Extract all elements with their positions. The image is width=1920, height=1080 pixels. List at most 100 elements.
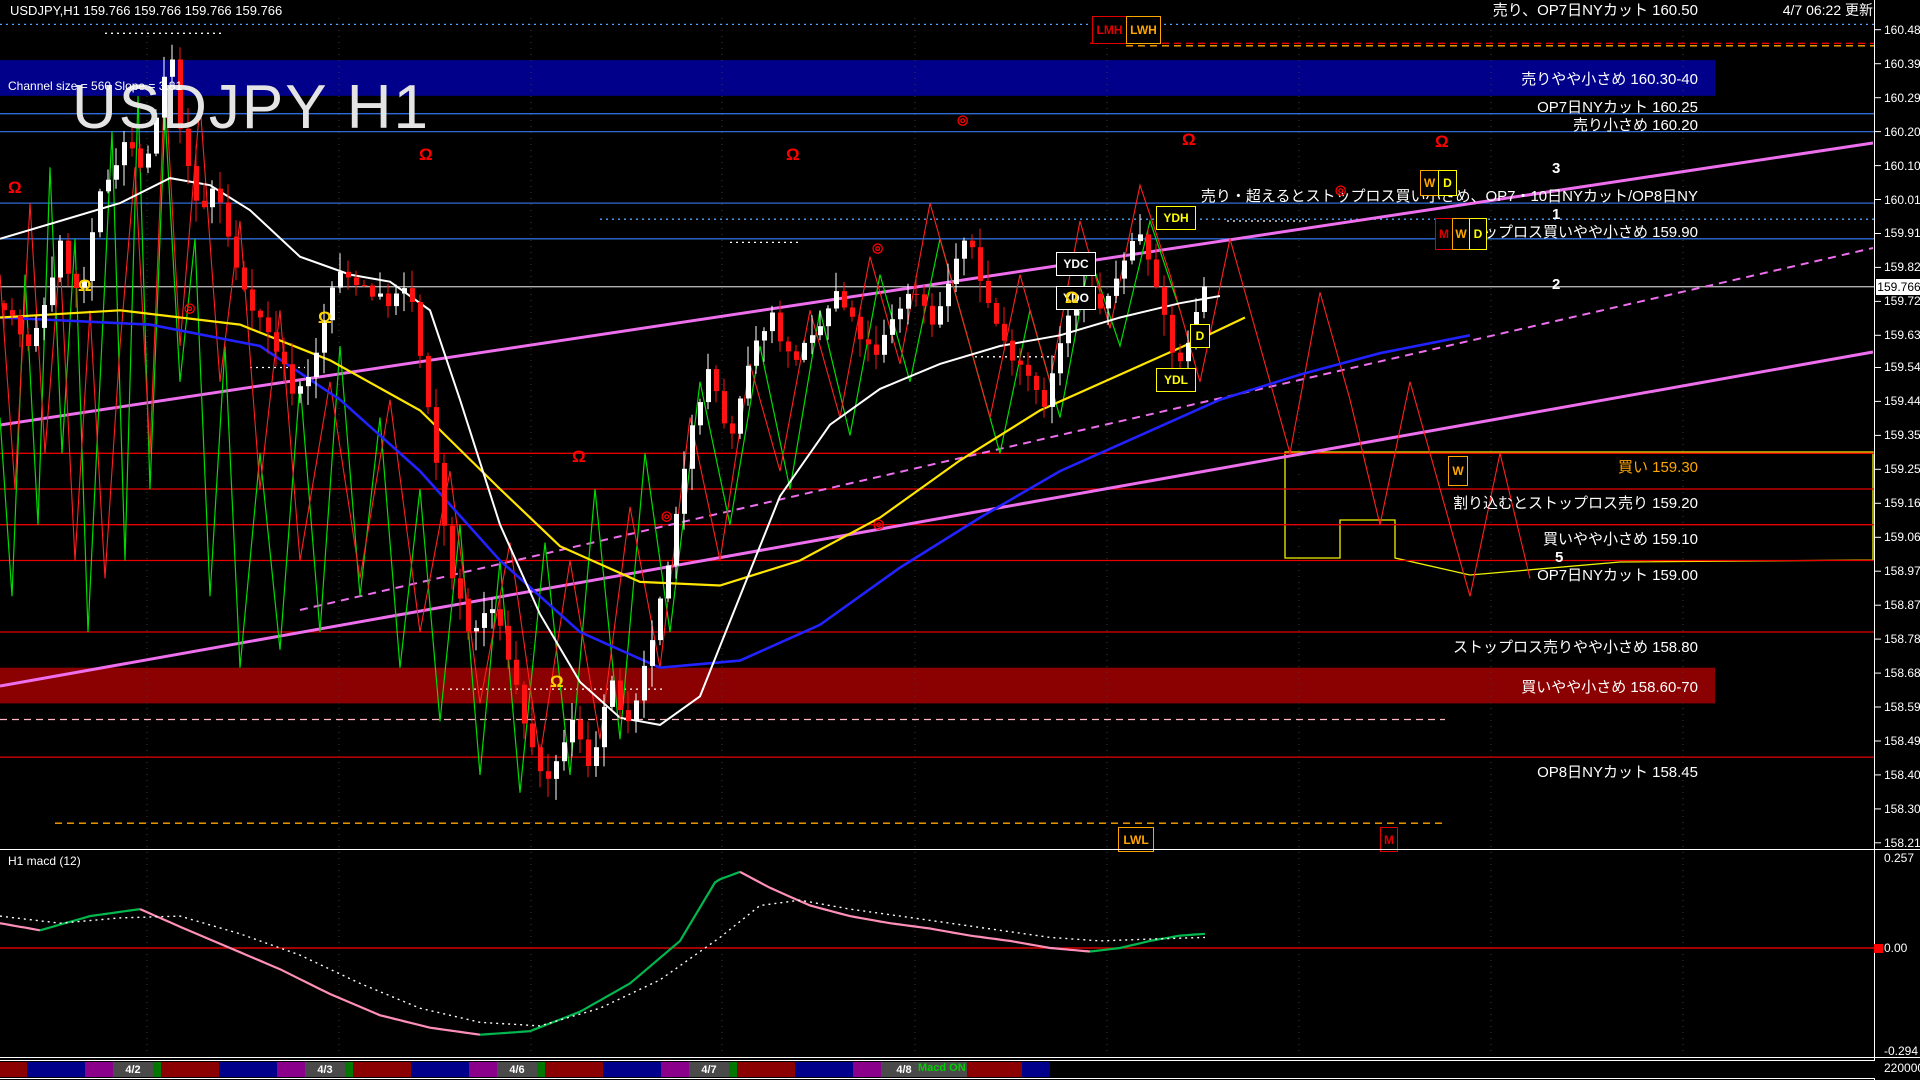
timeline-block [153, 1062, 161, 1077]
price-tick: 160.390 [1884, 57, 1920, 71]
timeline-block [411, 1062, 469, 1077]
price-tick: 159.915 [1884, 226, 1920, 240]
price-tick: 159.350 [1884, 428, 1920, 442]
timeline-block [545, 1062, 603, 1077]
target-signal-icon: ◎ [661, 508, 672, 524]
timeline-block [277, 1062, 305, 1077]
macd-axis-min: -0.294 [1884, 1044, 1918, 1058]
timeline-block [967, 1062, 1022, 1077]
level-annotation: 買いやや小さめ 158.60-70 [1521, 676, 1698, 697]
price-tick: 159.630 [1884, 328, 1920, 342]
price-tick: 160.295 [1884, 91, 1920, 105]
target-signal-icon: ◎ [957, 112, 968, 128]
timeline-block [603, 1062, 661, 1077]
level-tag-w: W [1448, 456, 1468, 486]
price-tick: 158.590 [1884, 700, 1920, 714]
level-tag-lmh: LMH [1092, 16, 1127, 44]
price-tick: 158.305 [1884, 802, 1920, 816]
timeline-block [85, 1062, 113, 1077]
price-axis-border [1874, 0, 1875, 1080]
price-tick: 160.200 [1884, 125, 1920, 139]
omega-signal-icon: Ω [1065, 288, 1079, 308]
level-tag-w: W [1452, 218, 1470, 250]
price-tick: 160.485 [1884, 23, 1920, 37]
price-tick: 160.010 [1884, 193, 1920, 207]
price-tick: 158.780 [1884, 632, 1920, 646]
timeline-block [737, 1062, 795, 1077]
symbol-ohlc-readout: USDJPY,H1 159.766 159.766 159.766 159.76… [10, 4, 282, 18]
level-tag-ydh: YDH [1156, 206, 1196, 230]
price-tick: 158.875 [1884, 598, 1920, 612]
timeline-block [1022, 1062, 1050, 1077]
level-annotation: ストップロス買いやや小さめ 159.90 [1453, 221, 1698, 242]
level-annotation: 買い 159.30 [1618, 456, 1698, 477]
omega-signal-icon: Ω [550, 672, 564, 692]
price-tick: 159.820 [1884, 260, 1920, 274]
macd-axis-max: 0.257 [1884, 851, 1914, 865]
omega-signal-icon: Ω [78, 276, 92, 296]
top-sell-annotation: 売り、OP7日NYカット 160.50 [1493, 3, 1698, 20]
level-tag-lwh: LWH [1126, 16, 1161, 44]
price-tick: 159.725 [1884, 294, 1920, 308]
timeline-block [853, 1062, 881, 1077]
timeline-block [795, 1062, 853, 1077]
omega-signal-icon: Ω [786, 145, 800, 165]
timeline-block [661, 1062, 689, 1077]
omega-signal-icon: Ω [419, 145, 433, 165]
wave-count-mark: 1 [1552, 206, 1560, 223]
date-label: 4/6 [497, 1062, 537, 1077]
omega-signal-icon: Ω [8, 178, 22, 198]
date-label: 4/7 [689, 1062, 729, 1077]
price-tick: 158.400 [1884, 768, 1920, 782]
omega-signal-icon: Ω [1182, 130, 1196, 150]
price-tick: 158.970 [1884, 564, 1920, 578]
timeline-block [469, 1062, 497, 1077]
price-tick: 159.540 [1884, 360, 1920, 374]
omega-signal-icon: Ω [318, 308, 332, 328]
price-tick: 158.210 [1884, 836, 1920, 850]
target-signal-icon: ◎ [873, 516, 884, 532]
updated-timestamp: 4/7 06:22 更新 [1783, 3, 1873, 18]
channel-note: Channel size = 560 Slope = 3.81 [8, 79, 182, 93]
timeline-block [219, 1062, 277, 1077]
volume-corner-value: 220000 [1884, 1061, 1920, 1075]
wave-count-mark: 5 [1555, 549, 1563, 566]
timeline-block [353, 1062, 411, 1077]
target-signal-icon: ◎ [1335, 182, 1346, 198]
timeline-block [161, 1062, 219, 1077]
macd-zero-marker [1874, 944, 1883, 953]
current-price-badge: 159.766 [1876, 279, 1920, 295]
wave-count-mark: 3 [1552, 160, 1560, 177]
omega-signal-icon: Ω [572, 447, 586, 467]
panel-separator [0, 849, 1920, 850]
date-label: 4/3 [305, 1062, 345, 1077]
level-tag-d: D [1438, 170, 1457, 196]
level-tag-ydc: YDC [1056, 252, 1096, 276]
panel-separator-2 [0, 1057, 1920, 1058]
timeline-block [27, 1062, 85, 1077]
level-tag-ydl: YDL [1156, 368, 1196, 392]
target-signal-icon: ◎ [872, 240, 883, 256]
macd-indicator-label: H1 macd (12) [8, 854, 81, 868]
macd-on-label: Macd ON [918, 1062, 966, 1074]
timeline-block [537, 1062, 545, 1077]
price-tick: 158.495 [1884, 734, 1920, 748]
price-tick: 160.105 [1884, 159, 1920, 173]
target-signal-icon: ◎ [184, 300, 195, 316]
level-annotation: 買いやや小さめ 159.10 [1543, 528, 1698, 549]
level-annotation: 売りやや小さめ 160.30-40 [1521, 68, 1698, 89]
trading-terminal: USDJPY,H1 159.766 159.766 159.766 159.76… [0, 0, 1920, 1080]
macd-axis-zero: 0.00 [1884, 941, 1907, 955]
level-annotation: OP8日NYカット 158.45 [1537, 761, 1698, 782]
price-tick: 159.160 [1884, 496, 1920, 510]
omega-signal-icon: Ω [1435, 132, 1449, 152]
date-label: 4/2 [113, 1062, 153, 1077]
level-annotation: 売り小さめ 160.20 [1573, 114, 1698, 135]
level-tag-d: D [1190, 324, 1210, 348]
level-annotation: 割り込むとストップロス売り 159.20 [1453, 492, 1698, 513]
level-annotation: OP7日NYカット 159.00 [1537, 564, 1698, 585]
timeline-block [345, 1062, 353, 1077]
timeline-block [0, 1062, 27, 1077]
timeline-block [729, 1062, 737, 1077]
level-tag-m: M [1435, 218, 1453, 250]
